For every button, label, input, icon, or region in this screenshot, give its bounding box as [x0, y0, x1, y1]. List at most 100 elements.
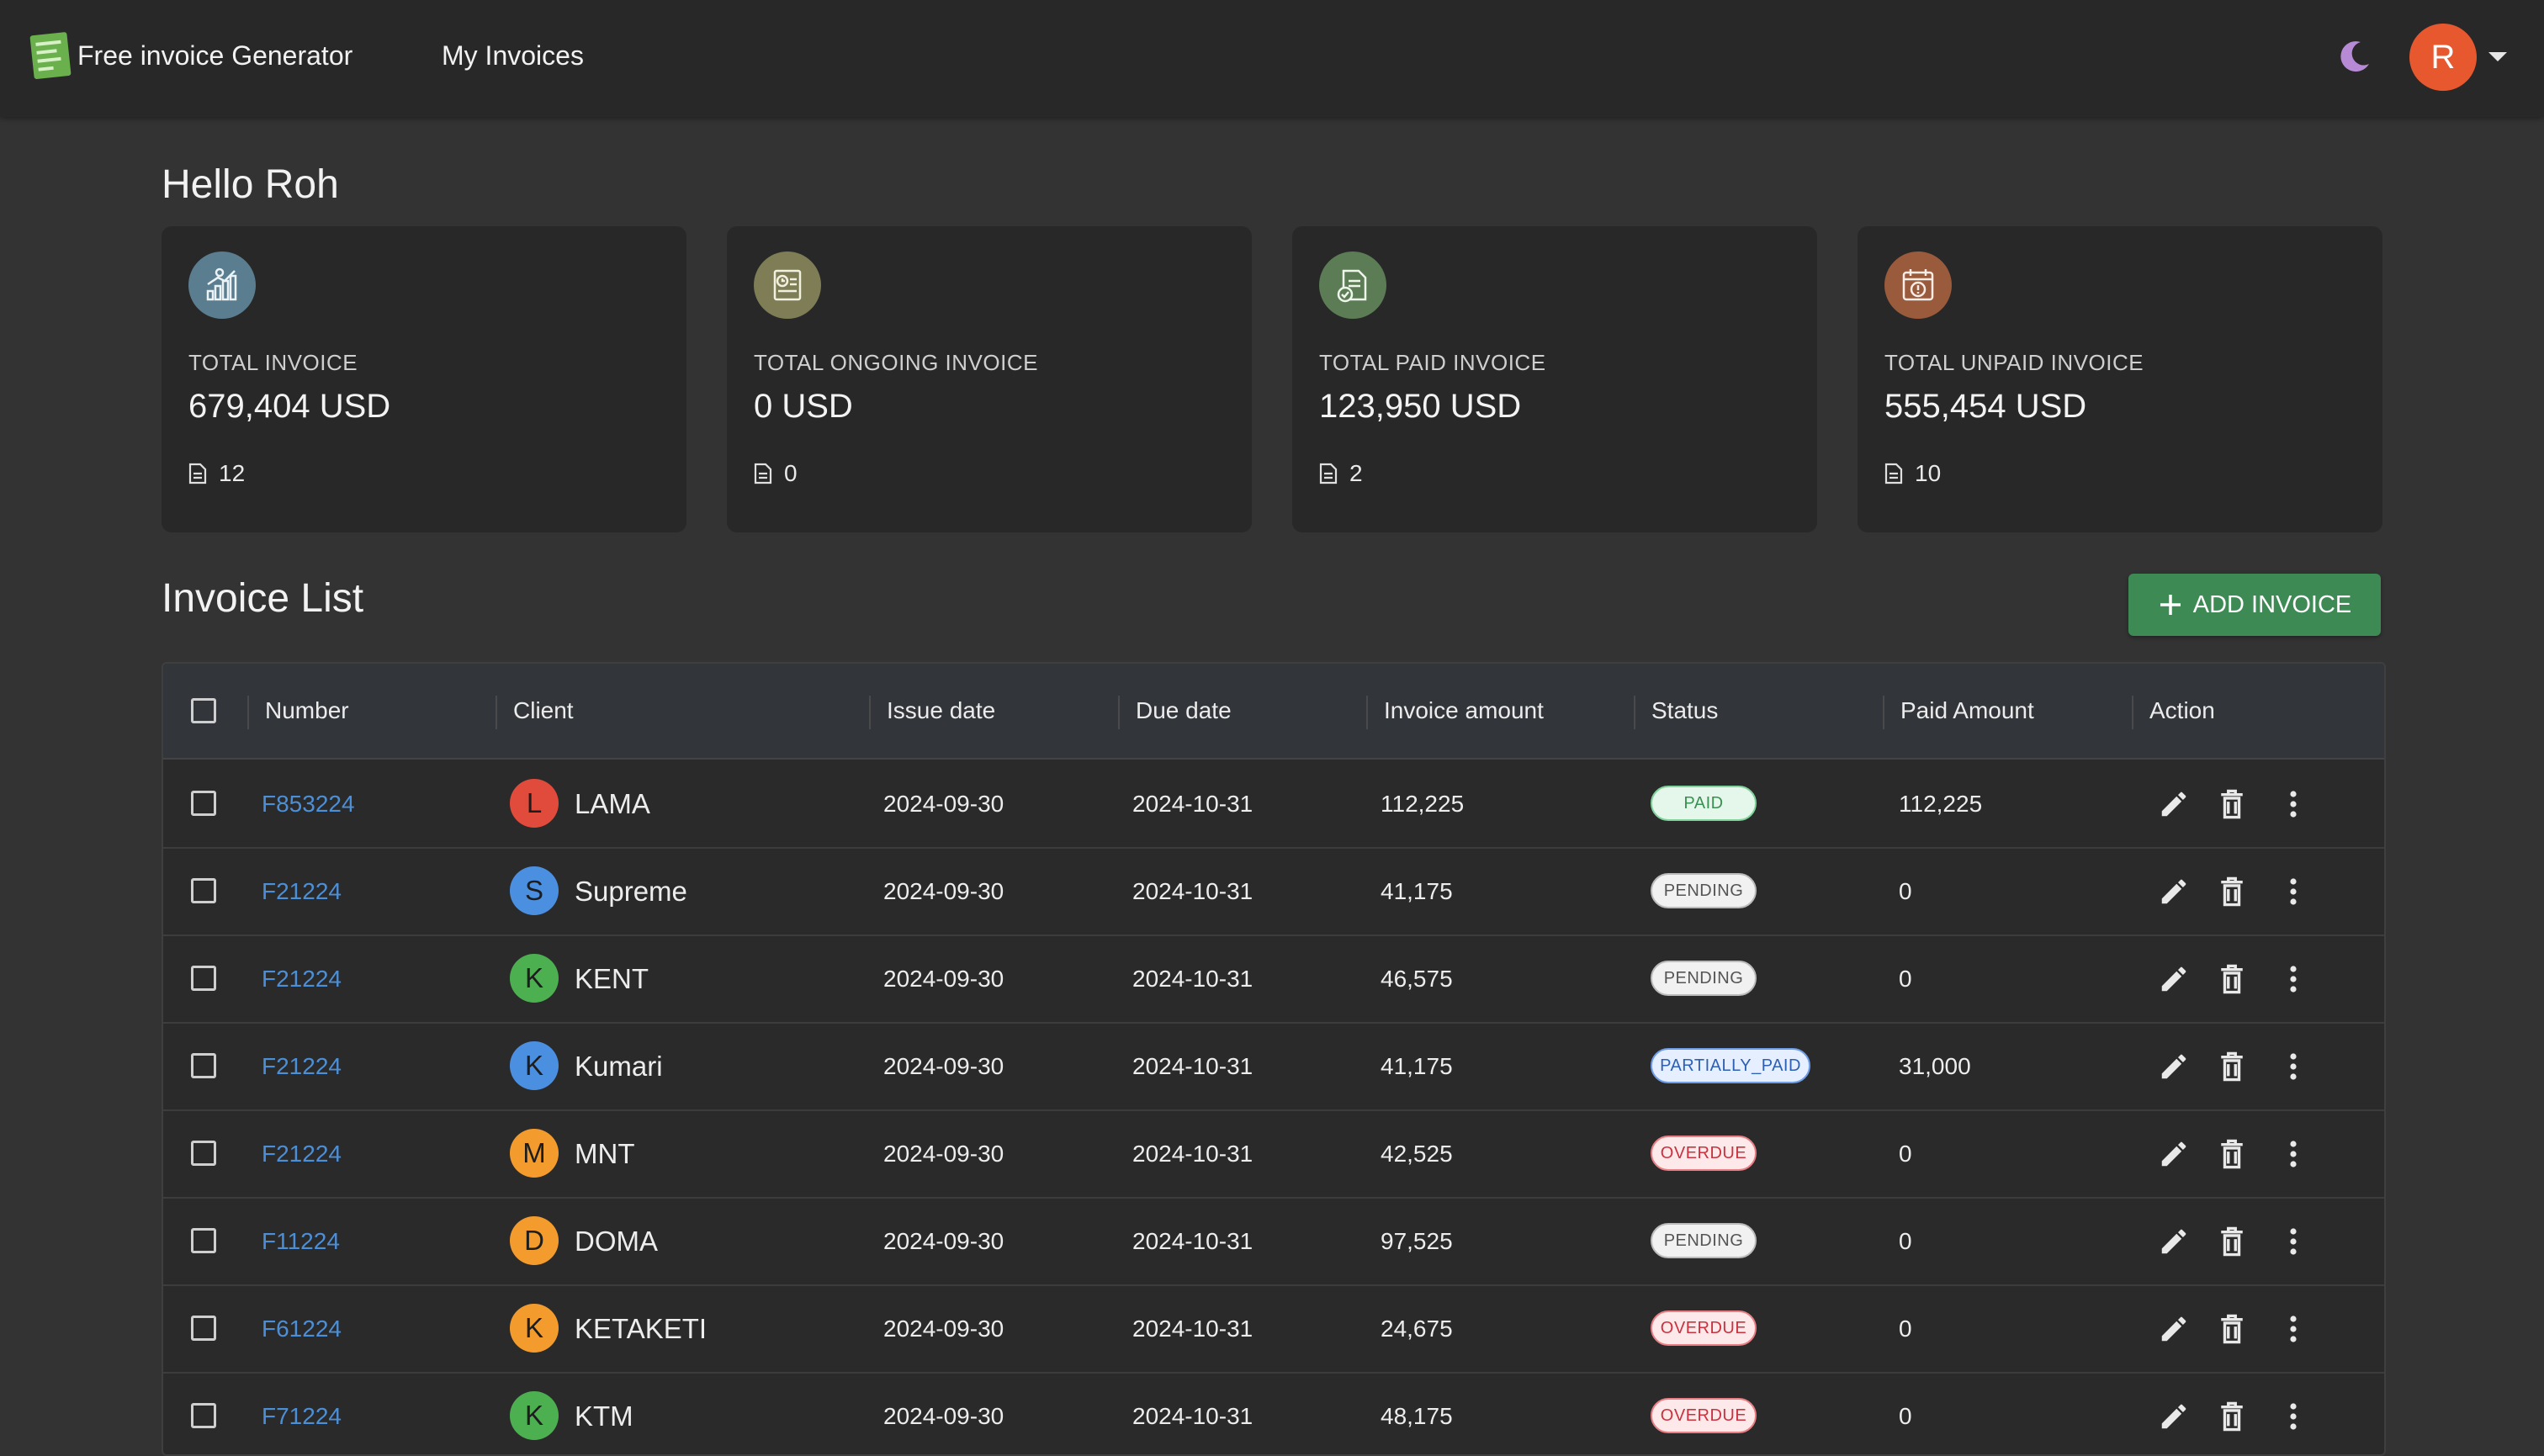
delete-trash-icon[interactable]: [2215, 1225, 2249, 1258]
column-header-status[interactable]: Status: [1651, 697, 1718, 724]
paid-amount: 0: [1899, 1228, 1912, 1254]
dark-mode-moon-icon[interactable]: [2335, 37, 2374, 76]
delete-trash-icon[interactable]: [2215, 787, 2249, 821]
card-label: TOTAL PAID INVOICE: [1319, 350, 1546, 375]
card-count-value: 0: [784, 460, 798, 486]
paid-amount: 0: [1899, 1141, 1912, 1167]
invoice-number-link[interactable]: F11224: [262, 1228, 340, 1255]
column-header-number[interactable]: Number: [265, 697, 349, 724]
more-options-icon[interactable]: [2276, 962, 2310, 996]
invoice-amount: 41,175: [1381, 1053, 1453, 1079]
top-app-bar: Free invoice Generator My Invoices R: [0, 0, 2544, 117]
app-brand-title[interactable]: Free invoice Generator: [77, 40, 352, 71]
document-icon: [1319, 463, 1338, 484]
card-value: 679,404 USD: [188, 388, 391, 425]
client-name: Supreme: [575, 876, 687, 907]
more-options-icon[interactable]: [2276, 787, 2310, 821]
more-options-icon[interactable]: [2276, 1400, 2310, 1433]
table-row[interactable]: F853224 L LAMA 2024-09-30 2024-10-31 112,225 P…: [163, 760, 2384, 849]
invoice-number-link[interactable]: F71224: [262, 1403, 342, 1430]
column-header-issue-date[interactable]: Issue date: [887, 697, 995, 724]
card-total-unpaid-invoice: TOTAL UNPAID INVOICE 555,454 USD 10: [1858, 226, 2382, 532]
row-checkbox[interactable]: [191, 791, 216, 816]
paid-amount: 0: [1899, 878, 1912, 904]
client-avatar: M: [510, 1129, 559, 1178]
card-count: 12: [188, 460, 245, 487]
document-icon: [1884, 463, 1903, 484]
table-row[interactable]: F71224 K KTM 2024-09-30 2024-10-31 48,175 OVER…: [163, 1372, 2384, 1454]
card-count-value: 10: [1915, 460, 1942, 486]
client-name: KETAKETI: [575, 1313, 708, 1344]
issue-date: 2024-09-30: [883, 966, 1004, 992]
edit-pencil-icon[interactable]: [2157, 787, 2191, 821]
table-header: Number Client Issue date Due date Invoic…: [163, 664, 2384, 760]
column-header-client[interactable]: Client: [513, 697, 574, 724]
client-avatar: K: [510, 1304, 559, 1353]
more-options-icon[interactable]: [2276, 1312, 2310, 1346]
edit-pencil-icon[interactable]: [2157, 1137, 2191, 1171]
table-row[interactable]: F11224 D DOMA 2024-09-30 2024-10-31 97,525 PEN…: [163, 1197, 2384, 1286]
status-badge: PENDING: [1651, 1223, 1757, 1258]
more-options-icon[interactable]: [2276, 1225, 2310, 1258]
account-menu-caret-icon[interactable]: [2488, 52, 2507, 61]
delete-trash-icon[interactable]: [2215, 875, 2249, 908]
invoice-number-link[interactable]: F21224: [262, 1053, 342, 1080]
due-date: 2024-10-31: [1132, 1228, 1253, 1254]
invoice-amount: 112,225: [1381, 791, 1465, 817]
more-options-icon[interactable]: [2276, 875, 2310, 908]
invoice-number-link[interactable]: F853224: [262, 791, 355, 818]
delete-trash-icon[interactable]: [2215, 1312, 2249, 1346]
row-checkbox[interactable]: [191, 1053, 216, 1078]
edit-pencil-icon[interactable]: [2157, 1400, 2191, 1433]
user-avatar[interactable]: R: [2409, 24, 2477, 91]
paid-document-icon: [1319, 251, 1386, 319]
column-header-paid-amount[interactable]: Paid Amount: [1900, 697, 2034, 724]
table-row[interactable]: F21224 K KENT 2024-09-30 2024-10-31 46,575 PEN…: [163, 934, 2384, 1024]
more-options-icon[interactable]: [2276, 1050, 2310, 1083]
table-row[interactable]: F61224 K KETAKETI 2024-09-30 2024-10-31 24,67…: [163, 1284, 2384, 1374]
row-checkbox[interactable]: [191, 1141, 216, 1166]
row-checkbox[interactable]: [191, 1403, 216, 1428]
edit-pencil-icon[interactable]: [2157, 962, 2191, 996]
invoice-amount: 46,575: [1381, 966, 1453, 992]
status-badge: OVERDUE: [1651, 1398, 1757, 1433]
card-value: 123,950 USD: [1319, 388, 1522, 425]
paid-amount: 112,225: [1899, 791, 1983, 817]
paid-amount: 0: [1899, 966, 1912, 992]
add-invoice-button[interactable]: ADD INVOICE: [2128, 574, 2381, 636]
invoice-number-link[interactable]: F21224: [262, 878, 342, 905]
delete-trash-icon[interactable]: [2215, 1050, 2249, 1083]
document-icon: [754, 463, 772, 484]
select-all-checkbox[interactable]: [191, 698, 216, 723]
column-header-due-date[interactable]: Due date: [1136, 697, 1232, 724]
table-row[interactable]: F21224 K Kumari 2024-09-30 2024-10-31 41,175 P…: [163, 1022, 2384, 1111]
paid-amount: 31,000: [1899, 1053, 1971, 1079]
table-row[interactable]: F21224 M MNT 2024-09-30 2024-10-31 42,525 OVER…: [163, 1109, 2384, 1199]
invoice-number-link[interactable]: F61224: [262, 1316, 342, 1342]
client-avatar: K: [510, 954, 559, 1003]
column-header-action: Action: [2149, 697, 2215, 723]
edit-pencil-icon[interactable]: [2157, 1312, 2191, 1346]
nav-my-invoices[interactable]: My Invoices: [442, 40, 584, 71]
invoice-number-link[interactable]: F21224: [262, 1141, 342, 1167]
delete-trash-icon[interactable]: [2215, 1137, 2249, 1171]
due-date: 2024-10-31: [1132, 1403, 1253, 1429]
row-checkbox[interactable]: [191, 878, 216, 903]
column-header-invoice-amount[interactable]: Invoice amount: [1384, 697, 1544, 724]
issue-date: 2024-09-30: [883, 1053, 1004, 1079]
more-options-icon[interactable]: [2276, 1137, 2310, 1171]
edit-pencil-icon[interactable]: [2157, 1050, 2191, 1083]
row-checkbox[interactable]: [191, 1228, 216, 1253]
invoice-number-link[interactable]: F21224: [262, 966, 342, 993]
row-checkbox[interactable]: [191, 1316, 216, 1341]
row-checkbox[interactable]: [191, 966, 216, 991]
due-date: 2024-10-31: [1132, 966, 1253, 992]
delete-trash-icon[interactable]: [2215, 1400, 2249, 1433]
edit-pencil-icon[interactable]: [2157, 1225, 2191, 1258]
delete-trash-icon[interactable]: [2215, 962, 2249, 996]
client-name: MNT: [575, 1138, 635, 1169]
table-row[interactable]: F21224 S Supreme 2024-09-30 2024-10-31 41,175…: [163, 847, 2384, 936]
edit-pencil-icon[interactable]: [2157, 875, 2191, 908]
card-count: 0: [754, 460, 798, 487]
paid-amount: 0: [1899, 1316, 1912, 1342]
